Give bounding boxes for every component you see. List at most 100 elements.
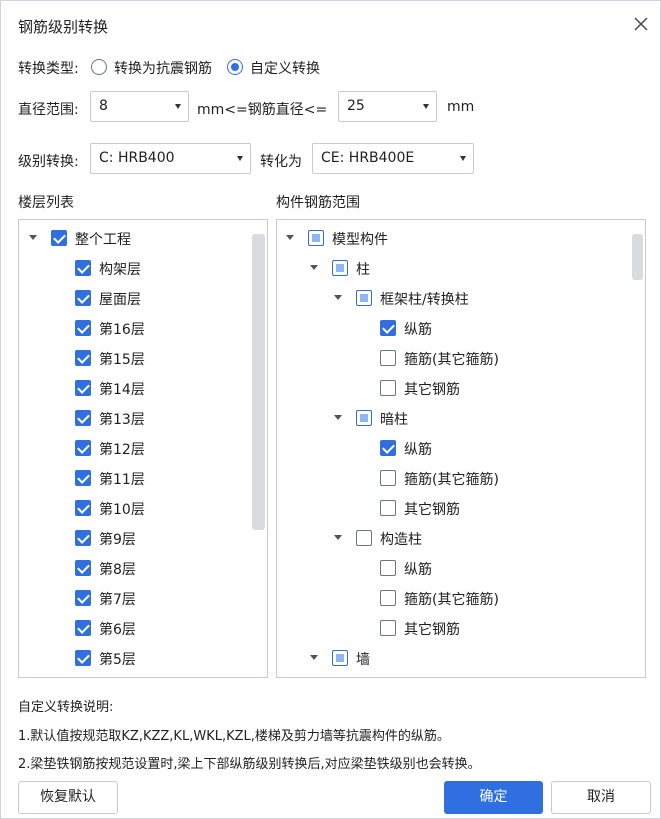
- expand-toggle-icon[interactable]: [334, 535, 342, 540]
- chevron-down-icon: [423, 104, 429, 109]
- notes-heading: 自定义转换说明:: [18, 700, 114, 715]
- tree-item-label: 墙: [356, 652, 370, 668]
- radio-custom-label[interactable]: 自定义转换: [250, 58, 320, 78]
- radio-seismic[interactable]: [91, 59, 107, 75]
- grade-from-combo[interactable]: C: HRB400: [90, 143, 251, 174]
- radio-seismic-label[interactable]: 转换为抗震钢筋: [114, 58, 212, 78]
- tree-checkbox[interactable]: [75, 350, 91, 366]
- tree-item[interactable]: 第11层: [19, 463, 267, 493]
- tree-item[interactable]: 第13层: [19, 403, 267, 433]
- component-range-title: 构件钢筋范围: [276, 195, 360, 211]
- tree-item[interactable]: 纵筋: [277, 433, 617, 463]
- tree-checkbox[interactable]: [75, 380, 91, 396]
- tree-item-label: 第11层: [99, 472, 145, 488]
- tree-item[interactable]: 第10层: [19, 493, 267, 523]
- tree-checkbox[interactable]: [380, 380, 396, 396]
- tree-checkbox[interactable]: [356, 530, 372, 546]
- cancel-button[interactable]: 取消: [551, 781, 651, 814]
- component-range-panel[interactable]: 模型构件柱框架柱/转换柱 纵筋 箍筋(其它箍筋) 其它钢筋 暗柱 纵筋 箍筋(其它箍筋) 其它…: [276, 219, 646, 678]
- expand-toggle-icon[interactable]: [334, 415, 342, 420]
- expand-toggle-icon[interactable]: [310, 655, 318, 660]
- tree-item[interactable]: 柱: [277, 253, 617, 283]
- tree-checkbox[interactable]: [332, 650, 348, 666]
- tree-item[interactable]: 构造柱: [277, 523, 617, 553]
- tree-item[interactable]: 箍筋(其它箍筋): [277, 463, 617, 493]
- ok-button[interactable]: 确定: [444, 781, 543, 814]
- tree-checkbox[interactable]: [308, 230, 324, 246]
- tree-checkbox[interactable]: [380, 560, 396, 576]
- tree-item[interactable]: 第6层: [19, 613, 267, 643]
- tree-checkbox[interactable]: [75, 500, 91, 516]
- tree-checkbox[interactable]: [380, 590, 396, 606]
- tree-item[interactable]: 模型构件: [277, 223, 617, 253]
- close-icon[interactable]: [631, 14, 651, 34]
- tree-item[interactable]: 第14层: [19, 373, 267, 403]
- tree-item-label: 构架层: [99, 262, 141, 278]
- tree-item-label: 第16层: [99, 322, 145, 338]
- floor-list-scrollbar[interactable]: [252, 234, 265, 530]
- tree-checkbox[interactable]: [380, 350, 396, 366]
- grade-to-combo[interactable]: CE: HRB400E: [312, 143, 474, 174]
- expand-toggle-icon[interactable]: [29, 235, 37, 240]
- tree-checkbox[interactable]: [75, 470, 91, 486]
- tree-checkbox[interactable]: [75, 260, 91, 276]
- tree-checkbox[interactable]: [380, 500, 396, 516]
- tree-checkbox[interactable]: [356, 290, 372, 306]
- diameter-max-combo[interactable]: 25: [338, 91, 437, 122]
- tree-checkbox[interactable]: [380, 620, 396, 636]
- tree-checkbox[interactable]: [356, 410, 372, 426]
- diameter-min-combo[interactable]: 8: [90, 91, 189, 122]
- grade-from-value: C: HRB400: [99, 150, 175, 166]
- tree-item[interactable]: 纵筋: [277, 313, 617, 343]
- tree-checkbox[interactable]: [380, 470, 396, 486]
- tree-item[interactable]: 其它钢筋: [277, 493, 617, 523]
- tree-checkbox[interactable]: [380, 440, 396, 456]
- tree-checkbox[interactable]: [380, 320, 396, 336]
- tree-checkbox[interactable]: [51, 230, 67, 246]
- tree-item-label: 第8层: [99, 562, 136, 578]
- tree-checkbox[interactable]: [332, 260, 348, 276]
- restore-default-button[interactable]: 恢复默认: [18, 781, 118, 814]
- tree-checkbox[interactable]: [75, 410, 91, 426]
- tree-item[interactable]: 第9层: [19, 523, 267, 553]
- tree-item-label: 第6层: [99, 622, 136, 638]
- floor-list-panel[interactable]: 整个工程构架层屋面层第16层第15层第14层 第13层第12层第11层第10层 第9…: [18, 219, 268, 678]
- tree-item[interactable]: 框架柱/转换柱: [277, 283, 617, 313]
- tree-item[interactable]: 屋面层: [19, 283, 267, 313]
- tree-item-label: 第15层: [99, 352, 145, 368]
- tree-item[interactable]: 箍筋(其它箍筋): [277, 583, 617, 613]
- tree-checkbox[interactable]: [75, 440, 91, 456]
- tree-item-label: 纵筋: [404, 322, 432, 338]
- tree-item-label: 暗柱: [380, 412, 408, 428]
- tree-item[interactable]: 纵筋: [277, 553, 617, 583]
- tree-checkbox[interactable]: [75, 590, 91, 606]
- tree-item-label: 第5层: [99, 652, 136, 668]
- tree-item[interactable]: 第5层: [19, 643, 267, 673]
- radio-custom[interactable]: [227, 59, 243, 75]
- tree-item[interactable]: 构架层: [19, 253, 267, 283]
- tree-checkbox[interactable]: [75, 530, 91, 546]
- tree-item[interactable]: 第15层: [19, 343, 267, 373]
- tree-item-label: 第12层: [99, 442, 145, 458]
- chevron-down-icon: [460, 156, 466, 161]
- tree-checkbox[interactable]: [75, 320, 91, 336]
- tree-checkbox[interactable]: [75, 650, 91, 666]
- tree-item[interactable]: 第12层: [19, 433, 267, 463]
- tree-item[interactable]: 箍筋(其它箍筋): [277, 343, 617, 373]
- tree-item[interactable]: 墙: [277, 643, 617, 673]
- tree-item[interactable]: 整个工程: [19, 223, 267, 253]
- tree-checkbox[interactable]: [75, 560, 91, 576]
- expand-toggle-icon[interactable]: [334, 295, 342, 300]
- tree-item[interactable]: 其它钢筋: [277, 613, 617, 643]
- tree-item[interactable]: 第16层: [19, 313, 267, 343]
- expand-toggle-icon[interactable]: [286, 235, 294, 240]
- expand-toggle-icon[interactable]: [310, 265, 318, 270]
- tree-item[interactable]: 第8层: [19, 553, 267, 583]
- diameter-unit: mm: [447, 99, 475, 115]
- tree-item[interactable]: 暗柱: [277, 403, 617, 433]
- tree-item[interactable]: 其它钢筋: [277, 373, 617, 403]
- tree-item[interactable]: 第7层: [19, 583, 267, 613]
- tree-checkbox[interactable]: [75, 290, 91, 306]
- tree-checkbox[interactable]: [75, 620, 91, 636]
- component-range-scrollbar[interactable]: [632, 234, 643, 280]
